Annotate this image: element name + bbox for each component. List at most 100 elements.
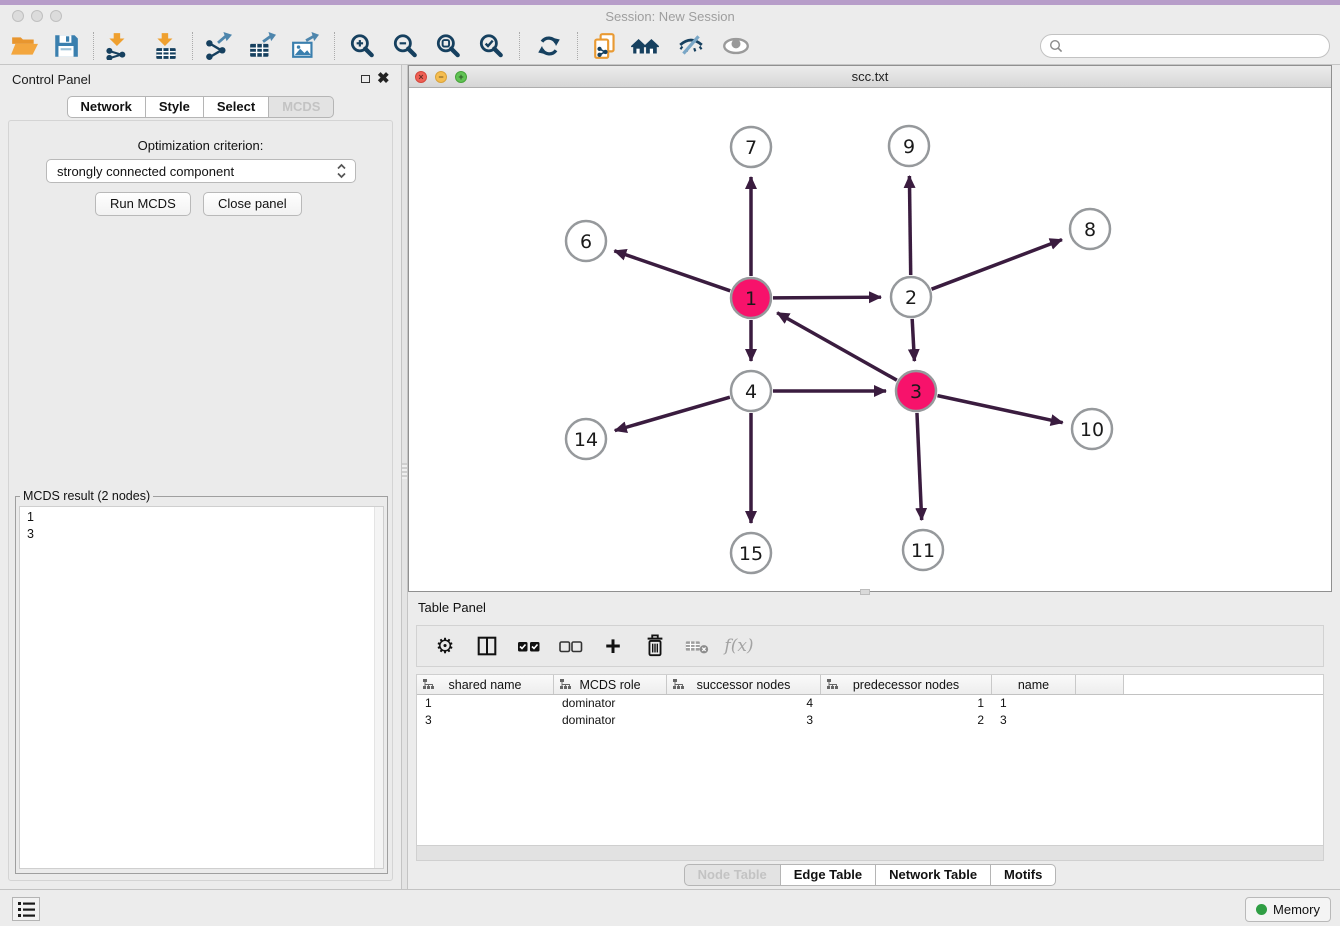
attribute-tree-icon xyxy=(560,679,571,690)
tab-network[interactable]: Network xyxy=(67,96,146,118)
table-cell[interactable]: 1 xyxy=(417,696,554,710)
export-table-button[interactable] xyxy=(246,30,278,62)
table-cell[interactable]: dominator xyxy=(554,696,667,710)
table-cell[interactable]: 2 xyxy=(821,713,992,727)
column-header-name[interactable]: name xyxy=(992,675,1076,694)
mcds-result-area[interactable]: 13 xyxy=(19,506,384,869)
graph-edge-2-8[interactable] xyxy=(932,240,1062,290)
graph-node-7[interactable]: 7 xyxy=(731,127,771,167)
tab-select[interactable]: Select xyxy=(204,96,269,118)
memory-status-dot xyxy=(1256,904,1267,915)
zoom-in-button[interactable] xyxy=(346,30,378,62)
add-column-button[interactable]: + xyxy=(599,632,627,660)
task-history-button[interactable] xyxy=(12,897,40,921)
column-layout-button[interactable] xyxy=(473,632,501,660)
graph-node-9[interactable]: 9 xyxy=(889,126,929,166)
graph-node-10[interactable]: 10 xyxy=(1072,409,1112,449)
save-session-button[interactable] xyxy=(50,30,82,62)
table-cell[interactable]: 4 xyxy=(667,696,821,710)
show-hidden-button[interactable] xyxy=(720,30,752,62)
tab-network-table[interactable]: Network Table xyxy=(876,864,991,886)
hide-selected-button[interactable] xyxy=(675,30,707,62)
graph-node-3[interactable]: 3 xyxy=(896,371,936,411)
zoom-out-button[interactable] xyxy=(389,30,421,62)
open-session-button[interactable] xyxy=(8,30,40,62)
memory-button[interactable]: Memory xyxy=(1245,897,1331,922)
minimize-view-button[interactable]: − xyxy=(435,71,447,83)
unselect-all-columns-button[interactable] xyxy=(557,632,585,660)
graph-edge-1-2[interactable] xyxy=(773,297,881,298)
table-cell[interactable]: 1 xyxy=(992,696,1076,710)
search-input[interactable] xyxy=(1063,39,1329,54)
column-header-successor-nodes[interactable]: successor nodes xyxy=(667,675,821,694)
table-cell[interactable]: 3 xyxy=(417,713,554,727)
graph-edge-2-9[interactable] xyxy=(909,176,910,275)
table-cell[interactable]: dominator xyxy=(554,713,667,727)
list-icon xyxy=(18,902,35,917)
optimization-criterion-label: Optimization criterion: xyxy=(9,138,392,153)
zoom-window-button[interactable] xyxy=(50,10,62,22)
houses-icon xyxy=(630,32,660,60)
refresh-view-button[interactable] xyxy=(533,30,565,62)
table-settings-button[interactable]: ⚙ xyxy=(431,632,459,660)
zoom-fit-button[interactable] xyxy=(432,30,464,62)
minimize-window-button[interactable] xyxy=(31,10,43,22)
close-panel-icon[interactable]: ✖ xyxy=(377,73,390,85)
column-header-mcds-role[interactable]: MCDS role xyxy=(554,675,667,694)
import-network-button[interactable] xyxy=(102,30,134,62)
close-window-button[interactable] xyxy=(12,10,24,22)
export-image-button[interactable] xyxy=(289,30,321,62)
graph-edge-1-6[interactable] xyxy=(614,251,730,291)
table-row[interactable]: 3dominator323 xyxy=(417,712,1323,729)
graph-edge-3-11[interactable] xyxy=(917,413,922,520)
table-row[interactable]: 1dominator411 xyxy=(417,695,1323,712)
horizontal-splitter-handle[interactable] xyxy=(860,589,870,595)
save-floppy-icon xyxy=(52,32,80,60)
table-cell[interactable]: 3 xyxy=(667,713,821,727)
result-scrollbar[interactable] xyxy=(374,507,383,868)
network-window-titlebar[interactable]: × − + scc.txt xyxy=(409,66,1331,88)
graph-node-8[interactable]: 8 xyxy=(1070,209,1110,249)
export-network-button[interactable] xyxy=(202,30,234,62)
zoom-selected-button[interactable] xyxy=(475,30,507,62)
graph-node-6[interactable]: 6 xyxy=(566,221,606,261)
graph-node-4[interactable]: 4 xyxy=(731,371,771,411)
column-header-predecessor-nodes[interactable]: predecessor nodes xyxy=(821,675,992,694)
close-view-button[interactable]: × xyxy=(415,71,427,83)
graph-edge-3-10[interactable] xyxy=(938,396,1063,423)
graph-edge-4-14[interactable] xyxy=(615,397,730,430)
run-mcds-button[interactable]: Run MCDS xyxy=(95,192,191,216)
tab-edge-table[interactable]: Edge Table xyxy=(781,864,876,886)
close-panel-button[interactable]: Close panel xyxy=(203,192,302,216)
tab-style[interactable]: Style xyxy=(146,96,204,118)
import-table-button[interactable] xyxy=(150,30,182,62)
graph-node-2[interactable]: 2 xyxy=(891,277,931,317)
criterion-dropdown[interactable]: strongly connected component xyxy=(46,159,356,183)
tab-node-table[interactable]: Node Table xyxy=(684,864,781,886)
graph-node-14[interactable]: 14 xyxy=(566,419,606,459)
show-network-overview-button[interactable] xyxy=(629,30,661,62)
zoom-fit-icon xyxy=(434,32,462,60)
graph-edge-3-1[interactable] xyxy=(777,313,897,380)
splitter-handle[interactable] xyxy=(402,463,407,479)
delete-table-button[interactable] xyxy=(683,632,711,660)
svg-text:14: 14 xyxy=(574,429,598,451)
tab-motifs[interactable]: Motifs xyxy=(991,864,1056,886)
table-cell[interactable]: 1 xyxy=(821,696,992,710)
vertical-splitter[interactable] xyxy=(401,65,408,889)
float-panel-icon[interactable] xyxy=(361,75,370,83)
graph-node-1[interactable]: 1 xyxy=(731,278,771,318)
select-all-columns-button[interactable] xyxy=(515,632,543,660)
tab-mcds[interactable]: MCDS xyxy=(269,96,334,118)
delete-columns-button[interactable] xyxy=(641,632,669,660)
network-canvas[interactable]: 7 9 6 8 1 2 4 3 14 10 15 11 xyxy=(410,88,1331,591)
graph-edge-2-3[interactable] xyxy=(912,319,914,361)
graph-node-11[interactable]: 11 xyxy=(903,530,943,570)
graph-node-15[interactable]: 15 xyxy=(731,533,771,573)
table-cell[interactable]: 3 xyxy=(992,713,1076,727)
search-field[interactable] xyxy=(1040,34,1330,58)
maximize-view-button[interactable]: + xyxy=(455,71,467,83)
clone-network-button[interactable] xyxy=(590,30,622,62)
column-header-shared-name[interactable]: shared name xyxy=(417,675,554,694)
function-builder-button[interactable]: f(x) xyxy=(725,632,753,660)
